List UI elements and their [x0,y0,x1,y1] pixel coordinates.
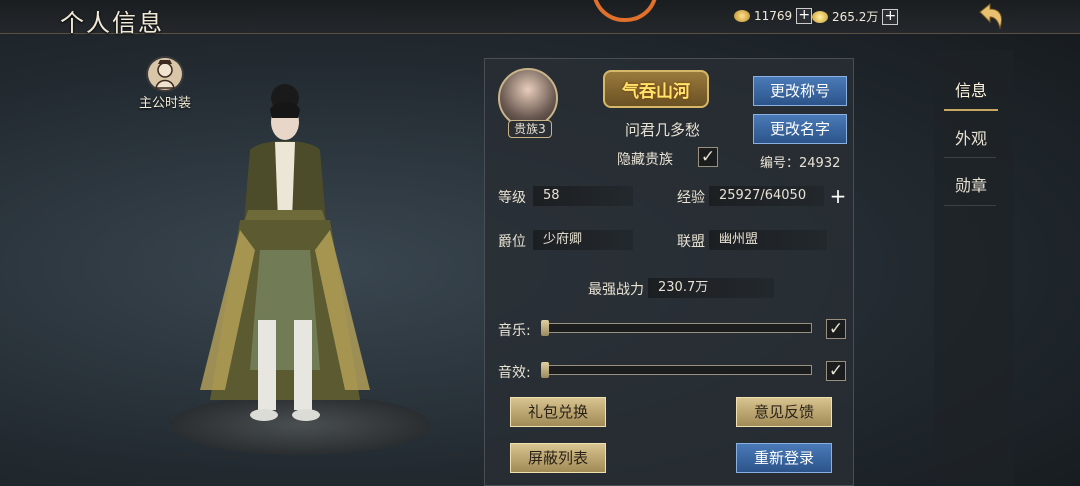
tab-divider [944,157,996,158]
music-checkbox[interactable]: ✓ [826,319,846,339]
tab-divider [944,205,996,206]
page-title: 个人信息 [60,9,164,37]
add-ingot-button[interactable]: + [796,8,813,24]
alliance-label: 联盟 [677,234,705,250]
peerage-value: 少府卿 [533,230,633,250]
sfx-checkbox[interactable]: ✓ [826,361,846,381]
change-title-button[interactable]: 更改称号 [753,76,847,106]
gift-code-button[interactable]: 礼包兑换 [510,397,606,427]
music-slider[interactable] [541,320,812,336]
add-coin-button[interactable]: + [882,8,899,25]
power-label: 最强战力 [588,282,644,298]
power-value: 230.7万 [648,278,774,298]
exp-label: 经验 [677,190,705,206]
peerage-label: 爵位 [498,234,526,250]
side-tab-bar [934,50,1014,486]
coin-icon [812,10,828,23]
title-badge: 气吞山河 [603,70,709,108]
coin-amount: 265.2万 [832,10,879,24]
character-model[interactable] [180,70,390,430]
costume-head-icon [146,56,184,92]
tab-appearance[interactable]: 外观 [944,125,998,149]
coin-currency: 265.2万 + [812,8,899,25]
music-slider-handle[interactable] [541,320,549,336]
hide-noble-checkbox[interactable]: ✓ [698,147,718,167]
back-arrow-icon[interactable] [972,2,1006,32]
tab-medals[interactable]: 勋章 [944,172,998,196]
alliance-value: 幽州盟 [709,230,827,250]
level-label: 等级 [498,190,526,206]
player-name: 问君几多愁 [625,121,701,139]
level-value: 58 [533,186,633,206]
feedback-button[interactable]: 意见反馈 [736,397,832,427]
tab-info[interactable]: 信息 [944,77,998,111]
noble-rank-badge: 贵族3 [508,120,552,138]
player-avatar[interactable] [498,68,558,128]
sfx-label: 音效: [498,365,531,381]
relogin-button[interactable]: 重新登录 [736,443,832,473]
gold-ingot-icon [734,10,750,22]
hide-noble-label: 隐藏贵族 [617,152,673,168]
music-label: 音乐: [498,323,531,339]
exp-value: 25927/64050 [709,186,824,206]
ingot-currency: 11769 + [734,8,813,24]
sfx-slider[interactable] [541,362,812,378]
sfx-slider-handle[interactable] [541,362,549,378]
block-list-button[interactable]: 屏蔽列表 [510,443,606,473]
player-id: 编号：24932 [760,156,841,171]
change-name-button[interactable]: 更改名字 [753,114,847,144]
ingot-amount: 11769 [754,9,793,23]
add-exp-button[interactable]: + [828,186,848,207]
